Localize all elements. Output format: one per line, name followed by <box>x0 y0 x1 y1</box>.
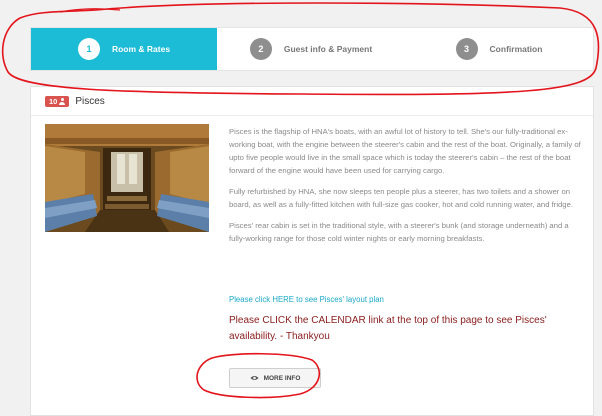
boat-interior-photo <box>45 124 209 232</box>
capacity-count: 10 <box>49 97 58 106</box>
eye-icon <box>250 375 259 381</box>
step-number: 3 <box>455 38 478 60</box>
layout-plan-link[interactable]: Please click HERE to see Pisces' layout … <box>229 295 384 304</box>
step-confirmation[interactable]: 3 Confirmation <box>405 28 593 70</box>
step-label: Room & Rates <box>111 44 171 54</box>
description-paragraph: Pisces is the flagship of HNA's boats, w… <box>229 127 581 175</box>
room-description: Pisces is the flagship of HNA's boats, w… <box>229 125 585 253</box>
booking-steps: 1 Room & Rates 2 Guest info & Payment 3 … <box>30 27 594 71</box>
person-icon <box>59 98 66 105</box>
step-number: 2 <box>249 38 272 60</box>
step-label: Guest info & Payment <box>283 44 373 54</box>
room-header: 10 Pisces <box>45 96 105 107</box>
room-card: 10 Pisces Pisces is the flagship of HNA'… <box>30 86 594 416</box>
capacity-badge: 10 <box>45 96 70 107</box>
step-room-rates[interactable]: 1 Room & Rates <box>31 28 217 70</box>
calendar-note: Please CLICK the CALENDAR link at the to… <box>229 315 547 342</box>
header-divider <box>31 115 593 116</box>
description-paragraph: Fully refurbished by HNA, she now sleeps… <box>229 187 573 209</box>
step-guest-info[interactable]: 2 Guest info & Payment <box>217 28 405 70</box>
step-label: Confirmation <box>489 44 543 54</box>
more-info-button[interactable]: MORE INFO <box>229 368 321 388</box>
description-paragraph: Pisces' rear cabin is set in the traditi… <box>229 221 569 243</box>
more-info-label: MORE INFO <box>263 374 301 382</box>
step-number: 1 <box>77 38 100 60</box>
room-title: Pisces <box>75 96 105 107</box>
